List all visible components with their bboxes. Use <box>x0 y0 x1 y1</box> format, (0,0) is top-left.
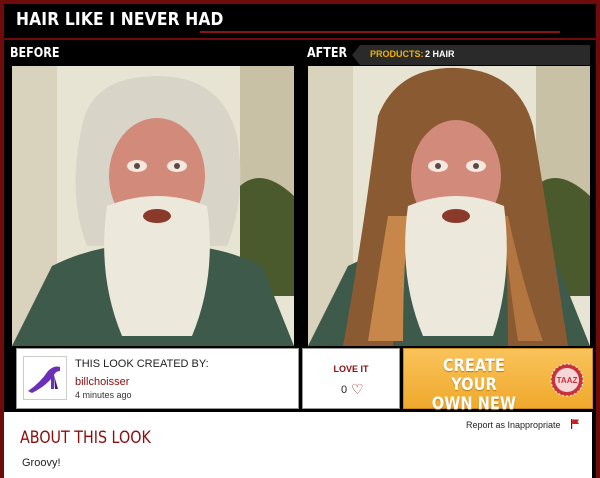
create-your-own-look-button[interactable]: CREATE YOUR OWN NEW LOOK TAAZ <box>403 348 593 433</box>
heart-icon[interactable]: ♡ <box>351 381 364 398</box>
creator-caption: THIS LOOK CREATED BY: <box>75 358 209 370</box>
creator-username-link[interactable]: billchoisser <box>75 376 129 388</box>
about-section: ABOUT THIS LOOK Report as Inappropriate … <box>4 412 592 478</box>
before-photo <box>12 66 294 346</box>
after-photo <box>308 66 590 346</box>
header-divider <box>200 31 560 33</box>
products-arrow <box>352 45 360 65</box>
purple-high-heel-shoe-icon <box>28 366 60 393</box>
products-label: PRODUCTS: <box>370 49 424 59</box>
creator-timestamp: 4 minutes ago <box>75 390 132 400</box>
about-description: Groovy! <box>22 457 61 469</box>
love-it-button[interactable]: LOVE IT 0 ♡ <box>302 348 400 409</box>
after-label: AFTER <box>307 46 348 61</box>
create-cta-line1: CREATE YOUR <box>442 356 505 395</box>
report-inappropriate-link[interactable]: Report as Inappropriate <box>466 420 561 430</box>
taaz-logo-icon: TAAZ <box>550 363 584 397</box>
products-value[interactable]: 2 HAIR <box>425 49 455 59</box>
about-title: ABOUT THIS LOOK <box>20 428 151 448</box>
taaz-badge-text: TAAZ <box>557 376 578 385</box>
page-title: HAIR LIKE I NEVER HAD <box>16 9 224 30</box>
products-bar[interactable]: PRODUCTS: 2 HAIR <box>360 45 590 65</box>
creator-avatar[interactable] <box>23 356 67 400</box>
flag-icon[interactable] <box>570 419 580 429</box>
love-it-label: LOVE IT <box>333 364 369 374</box>
page-header: HAIR LIKE I NEVER HAD <box>4 4 596 38</box>
creator-card: THIS LOOK CREATED BY: billchoisser 4 min… <box>16 348 299 409</box>
before-label: BEFORE <box>10 46 60 61</box>
page-frame: HAIR LIKE I NEVER HAD BEFORE AFTER PRODU… <box>0 0 600 478</box>
love-count: 0 <box>341 384 348 396</box>
